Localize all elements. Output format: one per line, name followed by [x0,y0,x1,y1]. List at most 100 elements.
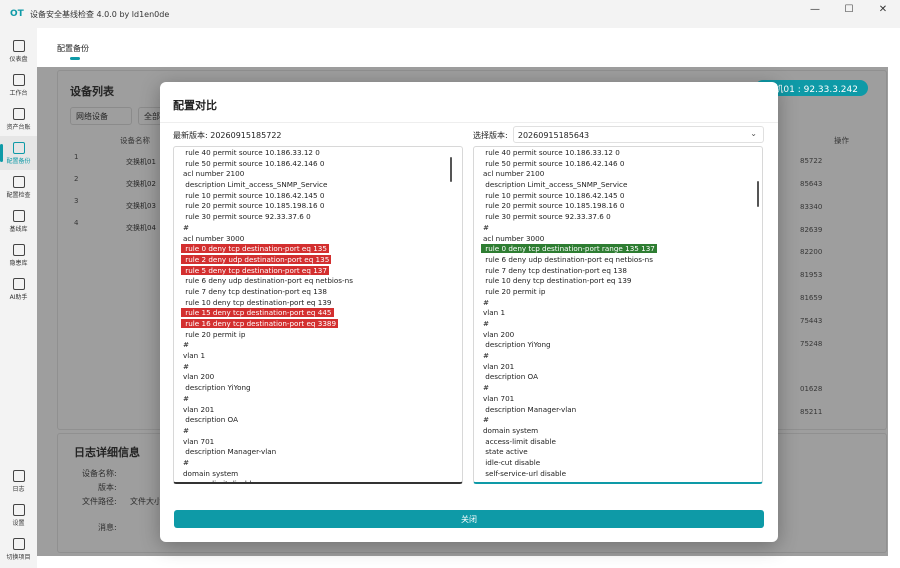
menu-icon [12,469,25,482]
sidebar-item-assets[interactable]: 资产台账 [0,102,37,136]
config-line-text: # [483,351,490,361]
config-line-text: # [483,415,490,425]
tab-config-backup[interactable]: 配置备份 [57,43,89,54]
sidebar-item-baseline[interactable]: 基线库 [0,204,37,238]
config-line-text: rule 15 deny tcp destination-port eq 445 [181,308,334,318]
sidebar-item-label: 隐患库 [9,259,28,267]
config-line: rule 50 permit source 10.186.42.146 0 [181,159,355,170]
sidebar-item-config-check[interactable]: 配置检查 [0,170,37,204]
config-line-text: # [483,319,490,328]
config-line: vlan 701 [481,394,657,405]
config-line-text: rule 30 permit source 92.33.37.6 0 [183,212,311,222]
maximize-button[interactable]: ☐ [832,0,866,18]
config-line-text: rule 30 permit source 92.33.37.6 0 [483,212,611,222]
config-line: rule 20 permit source 10.185.198.16 0 [181,201,355,212]
config-line-text: # [483,222,490,232]
config-line-text: # [183,361,190,371]
selected-config-pane[interactable]: rule 40 permit source 10.186.33.12 0 rul… [473,146,763,484]
scrollbar-thumb[interactable] [757,181,759,207]
config-line: # [481,319,657,330]
sidebar-item-config-backup[interactable]: 配置备份 [0,136,37,170]
config-line: rule 30 permit source 92.33.37.6 0 [481,212,657,223]
config-line: self-service-url disable [481,469,657,480]
config-line-text: description YiYong [483,340,551,350]
config-line: description Manager-vlan [181,447,355,458]
sidebar-item-dashboard[interactable]: 仪表盘 [0,34,37,68]
config-line-text: vlan 200 [483,329,515,339]
latest-version-value: 20260915185722 [210,131,282,140]
tab-indicator [70,57,80,60]
config-line-text: # [183,457,190,467]
sidebar: 仪表盘 工作台 资产台账 配置备份 配置检查 基线库 隐患库 AI助手 日志 设… [0,28,37,568]
selected-version-caption: 选择版本: [473,131,508,140]
config-line: # [181,426,355,437]
sidebar-item-label: 基线库 [9,225,28,233]
config-line-text: rule 10 permit source 10.186.42.145 0 [183,190,325,200]
sidebar-item-workbench[interactable]: 工作台 [0,68,37,102]
config-line-text: description YiYong [183,383,251,393]
sidebar-item-label: 资产台账 [6,123,31,131]
minimize-button[interactable]: — [798,0,832,18]
title-bar: OT 设备安全基线检查 4.0.0 by ld1en0de — ☐ ✕ [0,0,900,28]
config-line-text: rule 20 permit source 10.185.198.16 0 [483,201,625,211]
sidebar-item-ai[interactable]: AI助手 [0,272,37,306]
config-line-removed: rule 2 deny udp destination-port eq 135 [181,254,355,266]
config-line-text: rule 10 deny tcp destination-port eq 139 [483,276,632,286]
config-line: vlan 201 [181,405,355,416]
config-line: rule 20 permit source 10.185.198.16 0 [481,201,657,212]
dashboard-icon [12,39,25,52]
config-line-text: rule 0 deny tcp destination-port eq 135 [181,244,329,254]
config-line-text: rule 50 permit source 10.186.42.146 0 [183,158,325,168]
config-line-text: rule 40 permit source 10.186.33.12 0 [483,148,620,157]
config-line-added: rule 0 deny tcp destination-port range 1… [481,244,657,255]
sidebar-item-switch-project[interactable]: 切换项目 [0,532,37,566]
sidebar-item-label: 工作台 [9,89,28,97]
warning-icon [12,243,25,256]
config-line: rule 50 permit source 10.186.42.146 0 [481,159,657,170]
config-line-text: vlan 200 [183,372,215,382]
sidebar-item-label: 切换项目 [6,553,31,561]
config-line-text: rule 6 deny udp destination-port eq netb… [183,276,353,286]
sidebar-item-log[interactable]: 日志 [0,464,37,498]
sidebar-item-label: AI助手 [9,293,28,301]
config-line: description YiYong [181,383,355,394]
config-line-removed: rule 0 deny tcp destination-port eq 135 [181,244,355,255]
config-line: rule 20 permit ip [181,330,355,341]
config-line-text: vlan 201 [183,404,215,414]
close-button[interactable]: 关闭 [174,510,764,528]
sidebar-item-hazards[interactable]: 隐患库 [0,238,37,272]
config-line-text: description OA [183,415,238,425]
config-line-text: # [183,425,190,435]
config-line: access-limit disable [181,479,355,482]
config-line: rule 40 permit source 10.186.33.12 0 [481,148,657,159]
config-line: vlan 701 [181,437,355,448]
config-line: domain system [181,469,355,480]
config-line-text: rule 20 permit ip [483,286,546,296]
workbench-icon [12,73,25,86]
config-line: rule 30 permit source 92.33.37.6 0 [181,212,355,223]
dialog-divider [160,122,778,123]
config-line: rule 7 deny tcp destination-port eq 138 [181,287,355,298]
scrollbar-thumb[interactable] [450,157,452,182]
close-window-button[interactable]: ✕ [866,0,900,18]
sidebar-item-label: 配置检查 [6,191,31,199]
config-line-text: rule 16 deny tcp destination-port eq 338… [181,319,339,328]
sidebar-item-settings[interactable]: 设置 [0,498,37,532]
download-icon [12,141,25,154]
config-line-text: # [483,297,490,307]
config-line: idle-cut disable [481,458,657,469]
config-line: vlan 1 [481,308,657,319]
version-select[interactable]: ⌄ [513,126,764,143]
config-line: access-limit disable [481,437,657,448]
config-line: description Limit_access_SNMP_Service [181,180,355,191]
latest-config-pane[interactable]: rule 40 permit source 10.186.33.12 0 rul… [173,146,463,484]
config-line: state active [481,447,657,458]
app-title: 设备安全基线检查 4.0.0 by ld1en0de [30,9,170,19]
config-line: acl number 3000 [181,234,355,245]
config-line-text: description Manager-vlan [483,404,577,414]
config-line-text: rule 10 permit source 10.186.42.145 0 [483,190,625,200]
config-line: # [481,351,657,362]
config-line: rule 10 permit source 10.186.42.145 0 [181,191,355,202]
config-compare-dialog: 配置对比 最新版本: 20260915185722 选择版本: 20260915… [160,82,778,542]
config-line-text: acl number 3000 [183,233,245,243]
